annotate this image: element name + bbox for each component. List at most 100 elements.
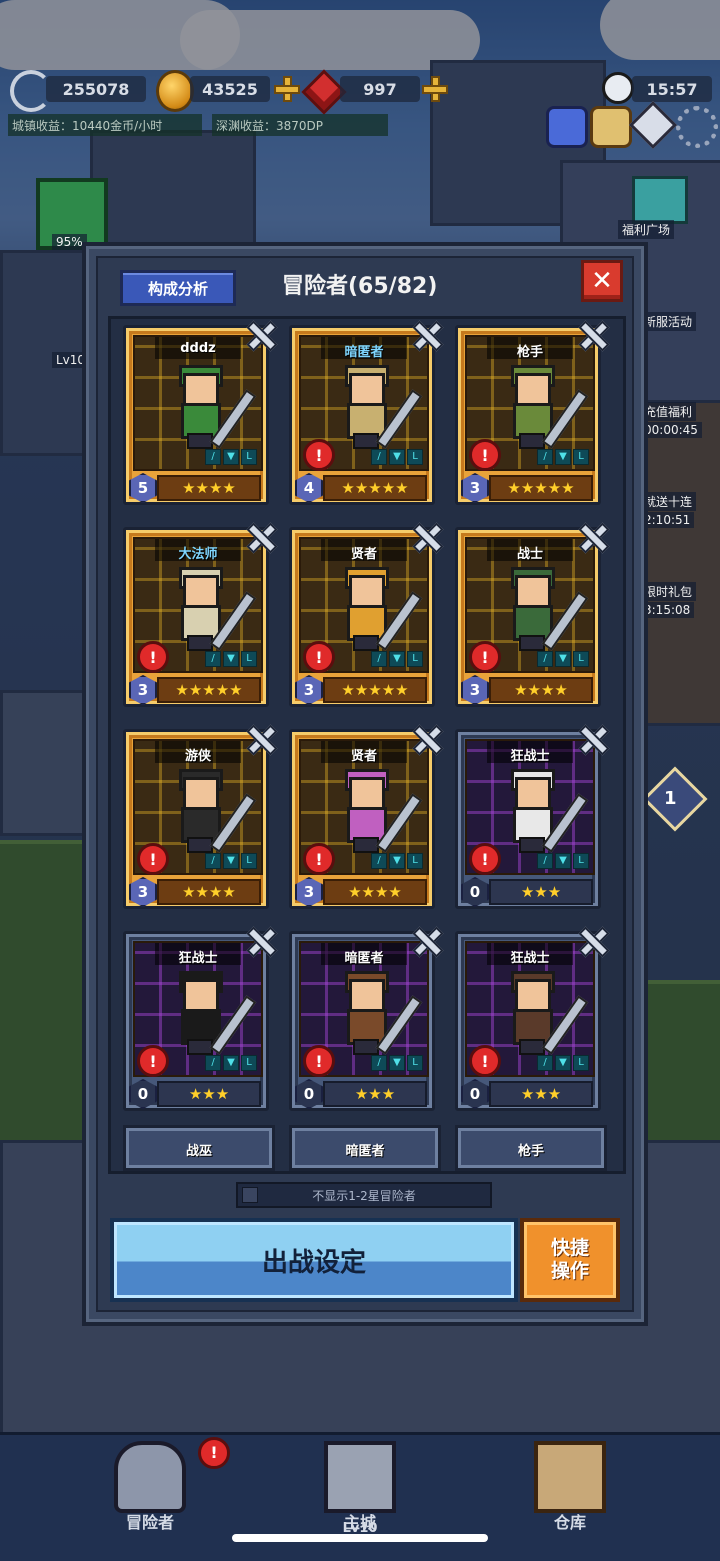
timed-gift-timer: 3:15:08 <box>640 602 695 618</box>
adventurer-card[interactable]: 暗匿者 <box>289 1125 441 1171</box>
boots-slot-icon: L <box>241 853 257 869</box>
alert-icon: ! <box>469 843 501 875</box>
adventurer-card[interactable]: 贤者! / ▼ L 3 ★★★★★ <box>289 527 435 707</box>
adventurer-name: 贤者 <box>350 749 377 764</box>
equipment-slots: / ▼ L <box>205 1055 257 1071</box>
armor-slot-icon: ▼ <box>223 853 239 869</box>
guild-icon[interactable] <box>590 106 632 148</box>
quick-label-line1: 快捷 <box>550 1237 589 1260</box>
nav-adventurers-label: 冒险者 <box>125 1513 174 1532</box>
rank-icon[interactable] <box>546 106 588 148</box>
adventurer-card[interactable]: 贤者! / ▼ L 3 ★★★★ <box>289 729 435 909</box>
close-icon: ✕ <box>591 266 613 296</box>
armor-slot-icon: ▼ <box>555 1055 571 1071</box>
weapon-slot-icon: / <box>205 1055 221 1071</box>
adventurer-card[interactable]: 枪手 <box>455 1125 607 1171</box>
crossed-swords-icon[interactable] <box>245 925 275 955</box>
armor-slot-icon: ▼ <box>555 449 571 465</box>
boots-slot-icon: L <box>241 449 257 465</box>
hero-head <box>515 373 551 407</box>
nav-adventurers[interactable]: ! 冒险者 <box>30 1435 270 1561</box>
equipment-slots: / ▼ L <box>205 651 257 667</box>
adventurer-card[interactable]: 游侠! / ▼ L 3 ★★★★ <box>123 729 269 909</box>
crossed-swords-icon[interactable] <box>577 521 607 551</box>
adventurer-card[interactable]: 暗匿者! / ▼ L 0 ★★★ <box>289 931 435 1111</box>
crossed-swords-icon[interactable] <box>411 319 441 349</box>
adventurer-card[interactable]: 狂战士! / ▼ L 0 ★★★ <box>123 931 269 1111</box>
welfare-icon[interactable] <box>632 176 688 224</box>
alert-icon: ! <box>137 843 169 875</box>
boots-slot-icon: L <box>407 853 423 869</box>
armor-slot-icon: ▼ <box>555 651 571 667</box>
composition-analysis-button[interactable]: 构成分析 <box>120 270 236 306</box>
add-gold-icon[interactable] <box>274 76 300 102</box>
crossed-swords-icon[interactable] <box>411 925 441 955</box>
alert-icon: ! <box>303 439 335 471</box>
adventurer-card[interactable]: 战士! / ▼ L 3 ★★★★ <box>455 527 601 707</box>
equipment-slots: / ▼ L <box>371 449 423 465</box>
nav-castle[interactable]: 主城 Lv10 <box>240 1435 480 1561</box>
adventurer-card[interactable]: 狂战士! / ▼ L 0 ★★★ <box>455 931 601 1111</box>
home-indicator[interactable] <box>232 1534 488 1542</box>
equipment-slots: / ▼ L <box>537 651 589 667</box>
hero-head <box>515 777 551 811</box>
ten-draw-label: 就送十连 <box>640 492 697 511</box>
adventurer-grid[interactable]: dddz / ▼ L 5 ★★★★ 暗匿者! / ▼ L 4 ★★★★★ 枪手! / ▼ L 3 ★★★★★ 大法师… <box>108 316 626 1174</box>
adventurer-name: 暗匿者 <box>344 345 384 360</box>
adventurer-card[interactable]: 狂战士! / ▼ L 0 ★★★ <box>455 729 601 909</box>
adventurer-name: 大法师 <box>178 547 218 562</box>
close-button[interactable]: ✕ <box>581 260 623 302</box>
boots-slot-icon: L <box>241 1055 257 1071</box>
adventurer-card[interactable]: 暗匿者! / ▼ L 4 ★★★★★ <box>289 325 435 505</box>
gear-icon[interactable] <box>676 106 718 148</box>
add-gem-icon[interactable] <box>422 76 448 102</box>
star-rating: ★★★★ <box>157 475 261 501</box>
card-portrait: 贤者! / ▼ L <box>299 537 429 673</box>
crossed-swords-icon[interactable] <box>411 521 441 551</box>
crossed-swords-icon[interactable] <box>577 319 607 349</box>
boots-slot-icon: L <box>573 449 589 465</box>
armor-slot-icon: ▼ <box>555 853 571 869</box>
adventurer-name: 狂战士 <box>510 749 550 764</box>
hero-head <box>515 575 551 609</box>
adventurer-card[interactable]: 大法师! / ▼ L 3 ★★★★★ <box>123 527 269 707</box>
card-portrait: dddz / ▼ L <box>133 335 263 471</box>
adventurer-name: 枪手 <box>517 1144 544 1159</box>
card-portrait: 狂战士! / ▼ L <box>465 941 595 1077</box>
equipment-slots: / ▼ L <box>205 449 257 465</box>
alert-icon: ! <box>303 843 335 875</box>
crossed-swords-icon[interactable] <box>245 319 275 349</box>
crossed-swords-icon[interactable] <box>577 723 607 753</box>
crossed-swords-icon[interactable] <box>245 521 275 551</box>
star-rating: ★★★★ <box>157 879 261 905</box>
adventurer-name: 枪手 <box>516 345 543 360</box>
equipment-slots: / ▼ L <box>537 1055 589 1071</box>
adventurer-card[interactable]: 枪手! / ▼ L 3 ★★★★★ <box>455 325 601 505</box>
nav-warehouse[interactable]: 仓库 <box>450 1435 690 1561</box>
armor-slot-icon: ▼ <box>223 449 239 465</box>
adventurer-name: 战士 <box>516 547 543 562</box>
adventurer-name: dddz <box>180 341 216 356</box>
crossed-swords-icon[interactable] <box>245 723 275 753</box>
card-portrait: 暗匿者! / ▼ L <box>299 335 429 471</box>
adventurer-name: 战巫 <box>185 1144 212 1159</box>
alert-icon: ! <box>303 641 335 673</box>
adventurer-card[interactable]: 战巫 <box>123 1125 275 1171</box>
card-portrait: 狂战士! / ▼ L <box>133 941 263 1077</box>
quick-action-button[interactable]: 快捷 操作 <box>520 1218 620 1302</box>
crossed-swords-icon[interactable] <box>411 723 441 753</box>
weapon-slot-icon: / <box>205 651 221 667</box>
alert-icon: ! <box>469 1045 501 1077</box>
toggle-checkbox[interactable] <box>242 1187 258 1203</box>
crossed-swords-icon[interactable] <box>577 925 607 955</box>
armor-slot-icon: ▼ <box>389 1055 405 1071</box>
adventurer-card[interactable]: dddz / ▼ L 5 ★★★★ <box>123 325 269 505</box>
equipment-slots: / ▼ L <box>371 651 423 667</box>
battle-setup-button[interactable]: 出战设定 <box>110 1218 518 1302</box>
hero-head <box>515 979 551 1013</box>
coin-icon <box>156 70 194 112</box>
hide-low-star-toggle[interactable]: 不显示1-2星冒险者 <box>236 1182 492 1208</box>
alert-icon: ! <box>303 1045 335 1077</box>
hero-head <box>349 777 385 811</box>
alert-icon: ! <box>469 439 501 471</box>
